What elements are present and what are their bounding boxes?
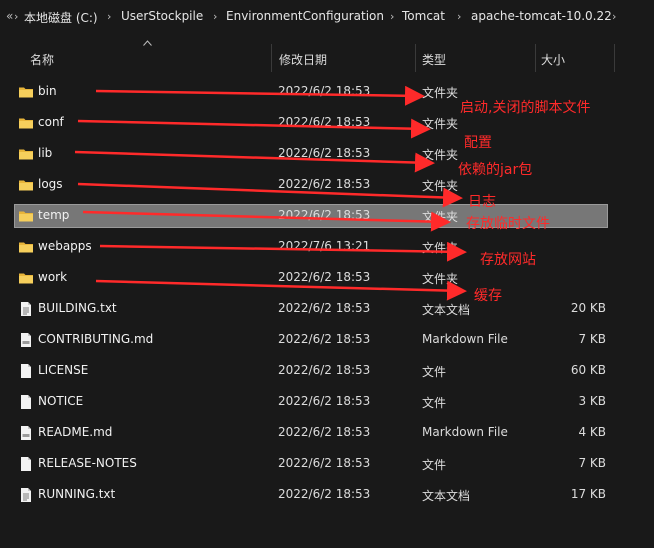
- modified-date: 2022/6/2 18:53: [278, 456, 371, 470]
- file-type: 文件: [422, 458, 447, 472]
- file-row-contributing-md[interactable]: CONTRIBUTING.md 2022/6/2 18:53 Markdown Fi…: [0, 328, 654, 359]
- folder-icon: [18, 239, 34, 255]
- file-row-bin[interactable]: bin 2022/6/2 18:53 文件夹: [0, 80, 654, 111]
- column-header-row: 名称 修改日期 类型 大小: [0, 44, 654, 74]
- modified-date: 2022/6/2 18:53: [278, 394, 371, 408]
- modified-date: 2022/6/2 18:53: [278, 146, 371, 160]
- folder-icon: [18, 115, 34, 131]
- folder-icon: [18, 84, 34, 100]
- file-name: conf: [38, 115, 64, 129]
- breadcrumb-overflow-button[interactable]: «: [6, 9, 13, 23]
- file-type: 文件夹: [422, 148, 459, 162]
- file-name: CONTRIBUTING.md: [38, 332, 154, 346]
- file-row-conf[interactable]: conf 2022/6/2 18:53 文件夹: [0, 111, 654, 142]
- modified-date: 2022/6/2 18:53: [278, 270, 371, 284]
- file-row-running-txt[interactable]: RUNNING.txt 2022/6/2 18:53 文本文档 17 KB: [0, 483, 654, 514]
- breadcrumb-item-userstockpile[interactable]: UserStockpile: [121, 9, 203, 23]
- file-row-release-notes[interactable]: RELEASE-NOTES 2022/6/2 18:53 文件 7 KB: [0, 452, 654, 483]
- file-row-notice[interactable]: NOTICE 2022/6/2 18:53 文件 3 KB: [0, 390, 654, 421]
- modified-date: 2022/6/2 18:53: [278, 301, 371, 315]
- modified-date: 2022/6/2 18:53: [278, 84, 371, 98]
- file-row-logs[interactable]: logs 2022/6/2 18:53 文件夹: [0, 173, 654, 204]
- chevron-right-icon: ›: [390, 10, 395, 23]
- modified-date: 2022/6/2 18:53: [278, 487, 371, 501]
- file-size: 4 KB: [578, 425, 606, 439]
- folder-icon: [18, 177, 34, 193]
- file-name: RELEASE-NOTES: [38, 456, 137, 470]
- markdown-file-icon: [18, 332, 34, 348]
- file-size: 17 KB: [570, 487, 606, 501]
- file-name: temp: [38, 208, 70, 222]
- file-name: NOTICE: [38, 394, 84, 408]
- file-size: 20 KB: [570, 301, 606, 315]
- column-header-type[interactable]: 类型: [422, 51, 446, 68]
- file-name: README.md: [38, 425, 113, 439]
- file-name: RUNNING.txt: [38, 487, 116, 501]
- chevron-right-icon: ›: [14, 10, 19, 23]
- file-row-work[interactable]: work 2022/6/2 18:53 文件夹: [0, 266, 654, 297]
- chevron-right-icon: ›: [107, 10, 112, 23]
- chevron-right-icon: ›: [612, 10, 617, 23]
- file-icon: [18, 363, 34, 379]
- file-row-readme-md[interactable]: README.md 2022/6/2 18:53 Markdown File 4 KB: [0, 421, 654, 452]
- file-name: logs: [38, 177, 63, 191]
- folder-icon: [18, 270, 34, 286]
- modified-date: 2022/6/2 18:53: [278, 177, 371, 191]
- markdown-file-icon: [18, 425, 34, 441]
- file-type: Markdown File: [422, 332, 508, 346]
- text-file-icon: [18, 301, 34, 317]
- chevron-right-icon: ›: [213, 10, 218, 23]
- file-type: 文件夹: [422, 179, 459, 193]
- modified-date: 2022/6/2 18:53: [278, 332, 371, 346]
- column-divider[interactable]: [535, 44, 536, 72]
- file-size: 3 KB: [578, 394, 606, 408]
- file-type: Markdown File: [422, 425, 508, 439]
- file-icon: [18, 394, 34, 410]
- file-row-license[interactable]: LICENSE 2022/6/2 18:53 文件 60 KB: [0, 359, 654, 390]
- file-type: 文本文档: [422, 489, 471, 503]
- file-type: 文件夹: [422, 241, 459, 255]
- file-size: 60 KB: [570, 363, 606, 377]
- file-row-webapps[interactable]: webapps 2022/7/6 13:21 文件夹: [0, 235, 654, 266]
- modified-date: 2022/6/2 18:53: [278, 208, 371, 222]
- chevron-right-icon: ›: [457, 10, 462, 23]
- column-header-name[interactable]: 名称: [30, 51, 54, 68]
- file-type: 文件: [422, 365, 447, 379]
- file-name: lib: [38, 146, 53, 160]
- breadcrumb-item-tomcat[interactable]: Tomcat: [402, 9, 445, 23]
- breadcrumb: « › 本地磁盘 (C:) › UserStockpile › Environm…: [0, 0, 654, 32]
- modified-date: 2022/6/2 18:53: [278, 425, 371, 439]
- file-type: 文件: [422, 396, 447, 410]
- file-row-temp[interactable]: temp 2022/6/2 18:53 文件夹: [0, 204, 654, 235]
- file-size: 7 KB: [578, 332, 606, 346]
- breadcrumb-item-drive[interactable]: 本地磁盘 (C:): [24, 9, 98, 26]
- text-file-icon: [18, 487, 34, 503]
- modified-date: 2022/6/2 18:53: [278, 363, 371, 377]
- file-icon: [18, 456, 34, 472]
- folder-icon: [18, 146, 34, 162]
- file-name: work: [38, 270, 68, 284]
- file-type: 文件夹: [422, 210, 459, 224]
- column-divider[interactable]: [271, 44, 272, 72]
- breadcrumb-item-apache-tomcat[interactable]: apache-tomcat-10.0.22: [471, 9, 612, 23]
- file-row-building-txt[interactable]: BUILDING.txt 2022/6/2 18:53 文本文档 20 KB: [0, 297, 654, 328]
- file-size: 7 KB: [578, 456, 606, 470]
- column-divider[interactable]: [415, 44, 416, 72]
- file-row-lib[interactable]: lib 2022/6/2 18:53 文件夹: [0, 142, 654, 173]
- column-header-date[interactable]: 修改日期: [279, 51, 327, 68]
- modified-date: 2022/6/2 18:53: [278, 115, 371, 129]
- file-type: 文本文档: [422, 303, 471, 317]
- file-type: 文件夹: [422, 86, 459, 100]
- file-name: LICENSE: [38, 363, 89, 377]
- modified-date: 2022/7/6 13:21: [278, 239, 371, 253]
- file-name: webapps: [38, 239, 92, 253]
- file-type: 文件夹: [422, 117, 459, 131]
- file-name: BUILDING.txt: [38, 301, 117, 315]
- file-type: 文件夹: [422, 272, 459, 286]
- file-name: bin: [38, 84, 57, 98]
- column-divider[interactable]: [614, 44, 615, 72]
- column-header-size[interactable]: 大小: [541, 51, 565, 68]
- folder-icon: [18, 208, 34, 224]
- breadcrumb-item-environmentconfiguration[interactable]: EnvironmentConfiguration: [226, 9, 384, 23]
